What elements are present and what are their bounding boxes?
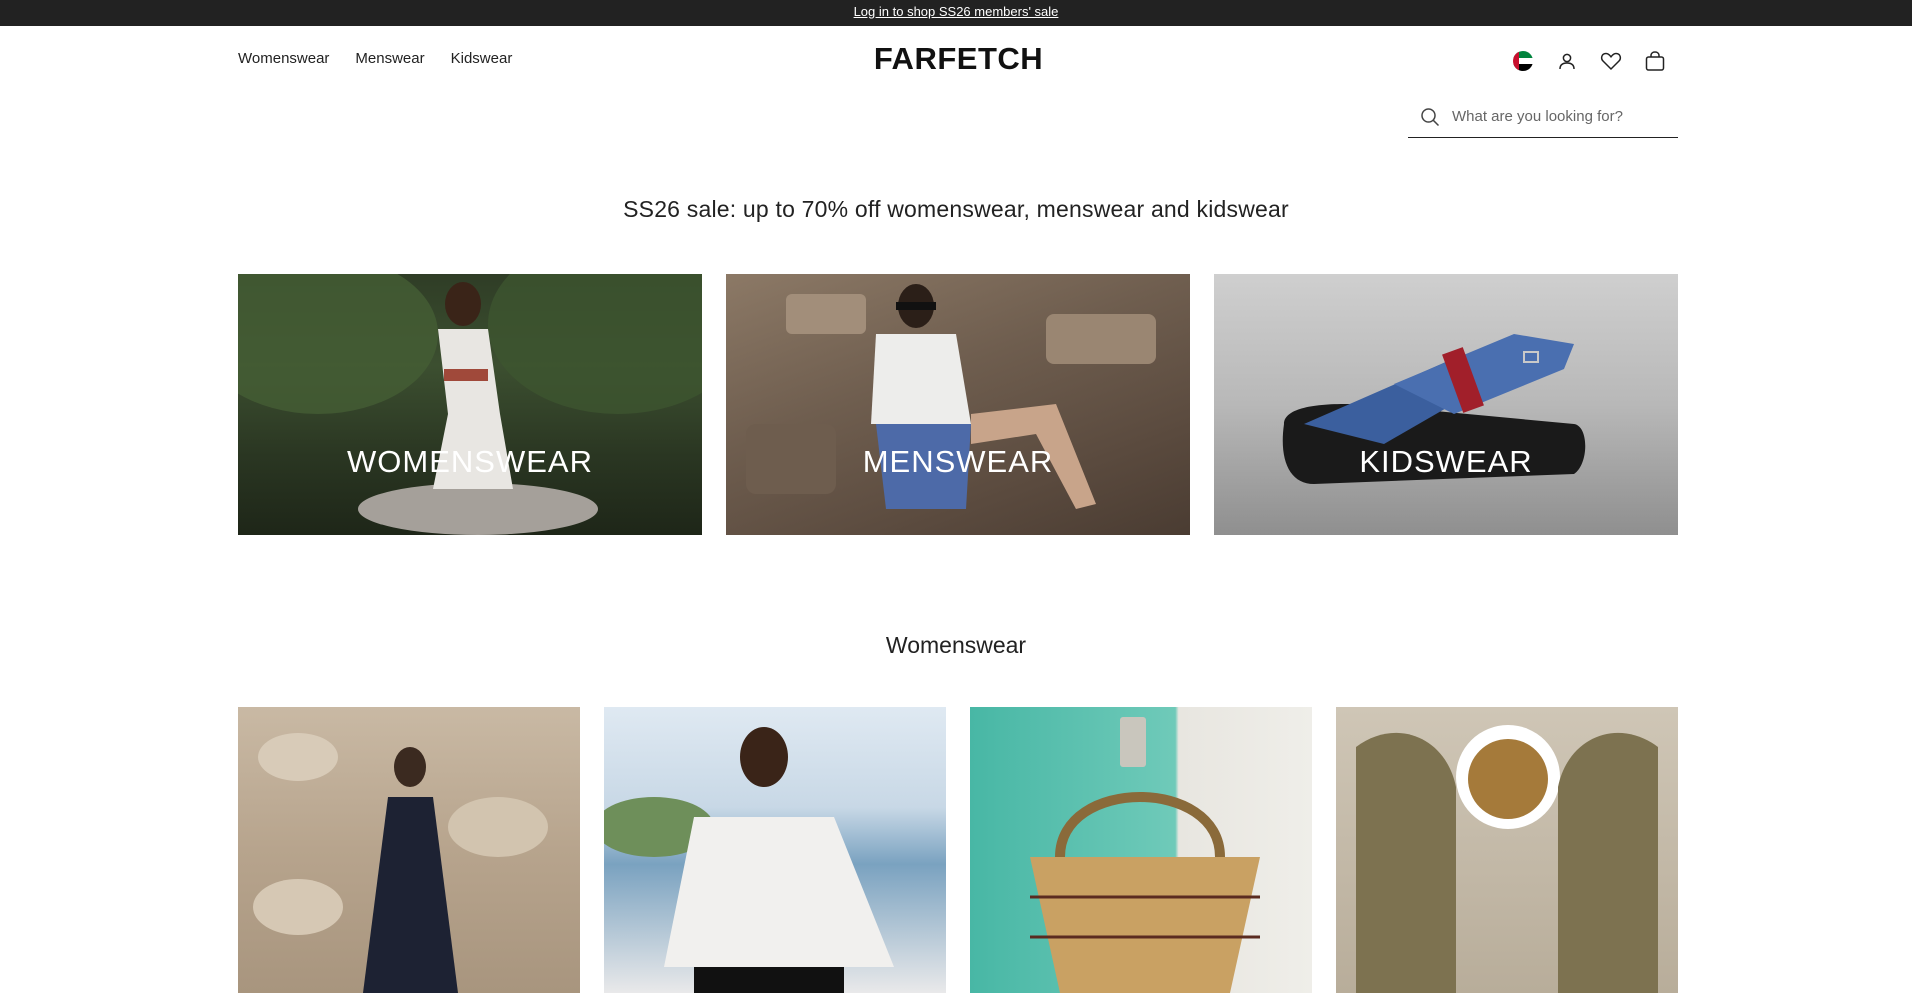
promo-bar: Log in to shop SS26 members' sale: [0, 0, 1912, 26]
product-image-white-blouse: [604, 727, 894, 993]
kidswear-category-card[interactable]: KIDSWEAR: [1214, 274, 1678, 535]
womenswear-category-card[interactable]: WOMENSWEAR: [238, 274, 702, 535]
search-input[interactable]: [1452, 108, 1662, 125]
account-button[interactable]: [1556, 50, 1578, 72]
members-sale-login-link[interactable]: Log in to shop SS26 members' sale: [854, 4, 1059, 19]
product-card[interactable]: [1336, 707, 1678, 993]
wishlist-button[interactable]: [1600, 50, 1622, 72]
womenswear-category-label: WOMENSWEAR: [347, 444, 593, 479]
kidswear-banner-image: [1282, 334, 1586, 484]
womenswear-banner-image: [238, 274, 702, 535]
menswear-banner-image: [746, 284, 1156, 509]
country-selector-button[interactable]: [1512, 50, 1534, 72]
product-card[interactable]: [604, 707, 946, 993]
category-banners: WOMENSWEAR MENSWEAR KIDSWEAR: [238, 274, 1678, 535]
account-icon: [1559, 53, 1575, 70]
menswear-category-label: MENSWEAR: [862, 444, 1054, 479]
product-image-dress: [253, 733, 548, 993]
womenswear-section-title: Womenswear: [885, 632, 1027, 658]
search-icon[interactable]: [1418, 105, 1442, 129]
product-image-woven-bag: [1030, 717, 1260, 993]
nav-item-menswear[interactable]: Menswear: [355, 50, 424, 67]
primary-nav: Womenswear Menswear Kidswear: [238, 50, 512, 67]
header-icons: [1512, 50, 1666, 72]
sale-headline: SS26 sale: up to 70% off womenswear, men…: [623, 196, 1289, 222]
product-image-suede-loafers: [1356, 725, 1658, 993]
womenswear-product-row: [238, 707, 1678, 993]
menswear-category-card[interactable]: MENSWEAR: [726, 274, 1190, 535]
shopping-bag-button[interactable]: [1644, 50, 1666, 72]
nav-item-kidswear[interactable]: Kidswear: [451, 50, 513, 67]
wishlist-heart-icon: [1600, 52, 1622, 71]
search-bar: [1408, 96, 1678, 138]
farfetch-logo[interactable]: FARFETCH: [857, 43, 1060, 74]
shopping-bag-icon: [1645, 51, 1665, 71]
product-card[interactable]: [970, 707, 1312, 993]
kidswear-category-label: KIDSWEAR: [1359, 444, 1533, 479]
uae-flag-icon: [1513, 51, 1533, 71]
product-card[interactable]: [238, 707, 580, 993]
nav-item-womenswear[interactable]: Womenswear: [238, 50, 329, 67]
